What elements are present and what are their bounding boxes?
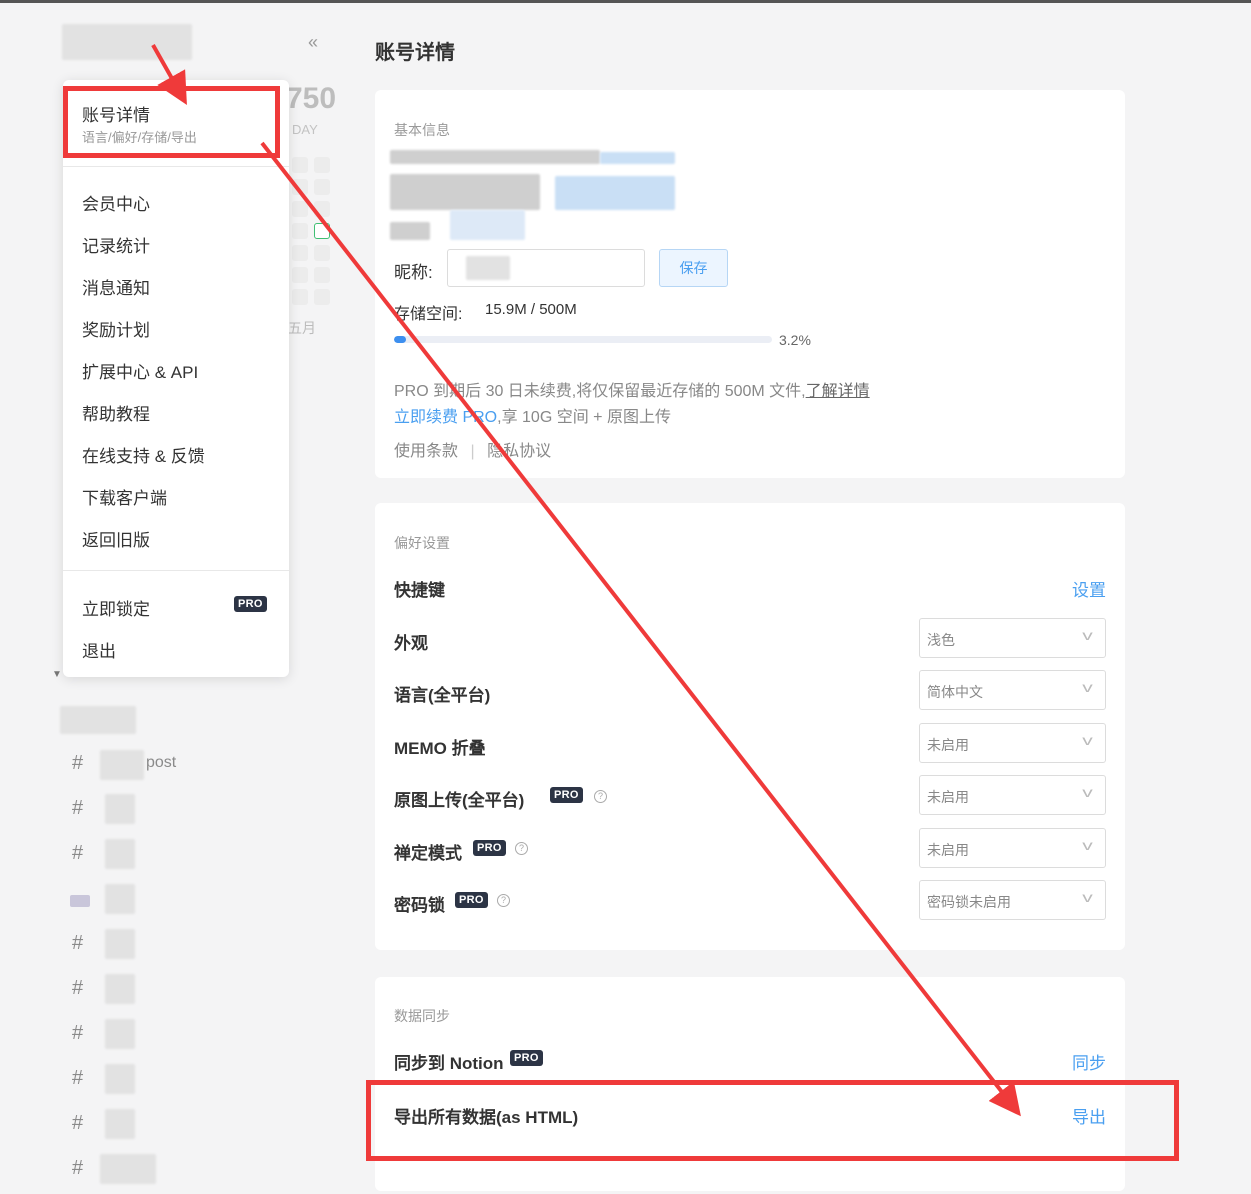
annotation-arrow-to-export (260, 141, 1021, 1117)
annotation-arrow-to-menu (151, 44, 187, 105)
annotation-arrows (151, 44, 1021, 1117)
